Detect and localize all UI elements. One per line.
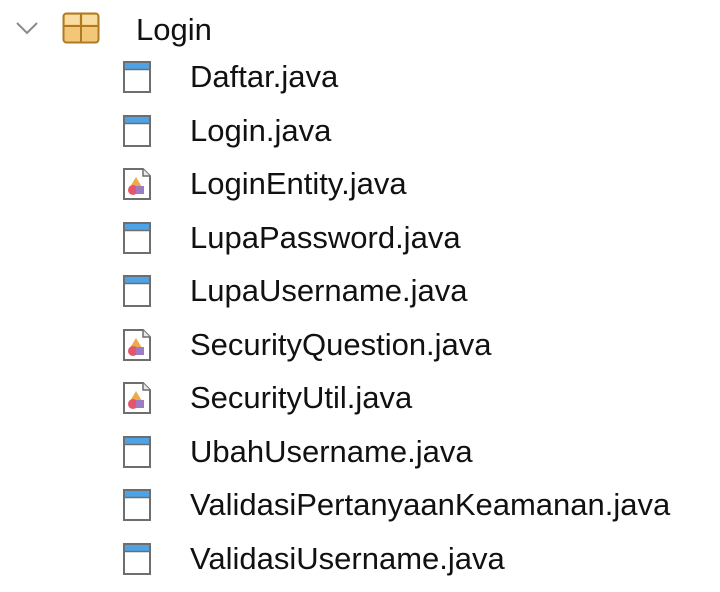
project-tree: Login Daftar.java Login.java LoginEntity.j… — [0, 0, 720, 592]
file-label: SecurityQuestion.java — [190, 326, 492, 362]
file-label: LupaPassword.java — [190, 219, 461, 255]
chevron-down-icon[interactable] — [14, 18, 40, 38]
tree-file-item[interactable]: LupaUsername.java — [0, 270, 720, 320]
file-label: Login.java — [190, 112, 332, 148]
class-file-icon — [122, 328, 152, 362]
tree-file-item[interactable]: UbahUsername.java — [0, 431, 720, 481]
tree-file-item[interactable]: ValidasiPertanyaanKeamanan.java — [0, 484, 720, 534]
file-label: LupaUsername.java — [190, 273, 468, 308]
form-file-icon — [122, 114, 152, 148]
package-label: Login — [136, 12, 212, 47]
form-file-icon — [122, 488, 152, 522]
class-file-icon — [122, 381, 152, 415]
tree-file-item[interactable]: SecurityUtil.java — [0, 377, 720, 427]
tree-file-item[interactable]: ValidasiUsername.java — [0, 538, 720, 588]
form-file-icon — [122, 435, 152, 469]
file-label: ValidasiPertanyaanKeamanan.java — [190, 487, 671, 522]
tree-file-item[interactable]: Login.java — [0, 110, 720, 160]
file-label: SecurityUtil.java — [190, 380, 413, 415]
class-file-icon — [122, 167, 152, 201]
tree-file-item[interactable]: SecurityQuestion.java — [0, 324, 720, 374]
tree-file-item[interactable]: Daftar.java — [0, 56, 720, 106]
file-label: Daftar.java — [190, 59, 339, 94]
package-icon — [62, 12, 100, 44]
form-file-icon — [122, 60, 152, 94]
form-file-icon — [122, 542, 152, 576]
file-label: ValidasiUsername.java — [190, 540, 505, 576]
tree-package-login[interactable]: Login — [0, 6, 720, 56]
file-label: LoginEntity.java — [190, 166, 407, 201]
form-file-icon — [122, 221, 152, 255]
tree-file-item[interactable]: LupaPassword.java — [0, 217, 720, 267]
tree-file-item[interactable]: LoginEntity.java — [0, 163, 720, 213]
form-file-icon — [122, 274, 152, 308]
file-label: UbahUsername.java — [190, 433, 473, 469]
